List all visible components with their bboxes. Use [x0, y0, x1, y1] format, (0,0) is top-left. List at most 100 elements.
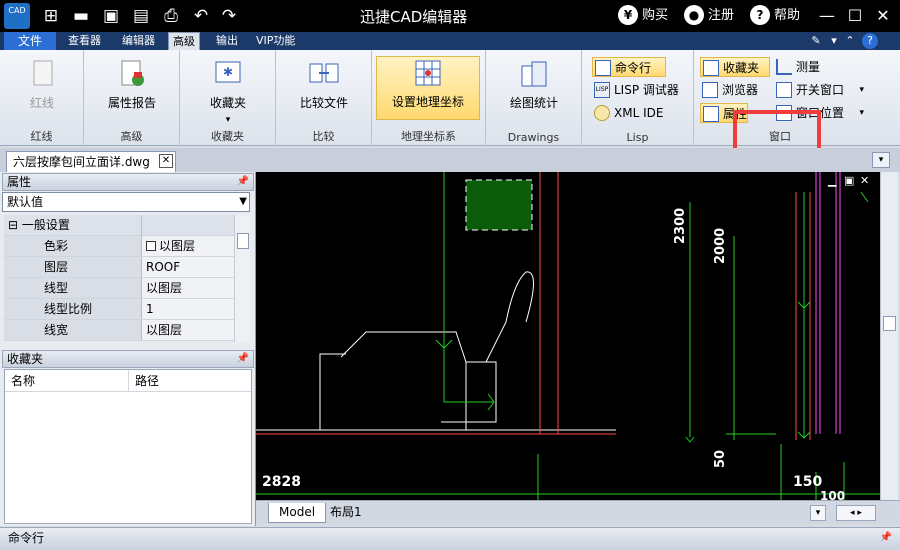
tab-output[interactable]: 输出 [212, 32, 242, 50]
close-icon[interactable]: ✕ [872, 5, 894, 27]
properties-selector[interactable]: 默认值 ▼ [2, 192, 250, 212]
group-lisp: 命令行 LISP LISP 调试器 XML IDE Lisp [582, 50, 694, 146]
command-line-button[interactable]: 命令行 [592, 57, 666, 77]
prop-row-linetype-scale[interactable]: 线型比例 1 [4, 299, 234, 320]
lisp-debugger-label: LISP 调试器 [614, 83, 679, 97]
prop-row-linetype[interactable]: 线型 以图层 [4, 278, 234, 299]
dim-arrow-3 [685, 436, 695, 443]
pin-icon[interactable]: 📌 [237, 174, 249, 190]
pen-icon[interactable]: ✎ [808, 33, 824, 49]
browser-button[interactable]: 浏览器 [700, 80, 770, 100]
command-line-title: 命令行 [8, 531, 45, 545]
tab-model[interactable]: Model [268, 503, 327, 523]
collapse-icon: ⊟ [8, 218, 19, 232]
favorites-button[interactable]: ✱ 收藏夹 ▾ [194, 58, 262, 125]
help-button[interactable]: ? 帮助 [750, 5, 800, 27]
toggle-windows-button[interactable]: 开关窗口 ▾ [774, 80, 864, 100]
prop-value: 以图层 [142, 278, 234, 298]
dim-50: 50 [713, 450, 728, 468]
canvas-scroll-thumb[interactable] [883, 316, 896, 331]
horizontal-scroll-arrows-icon[interactable]: ◂ ▸ [836, 505, 876, 521]
properties-scrollbar[interactable] [234, 215, 250, 342]
tab-viewer[interactable]: 查看器 [64, 32, 105, 50]
save-as-icon[interactable]: ▤ [130, 5, 152, 27]
open-folder-icon[interactable]: ▬ [70, 5, 92, 27]
favorites-list: 名称 路径 [4, 369, 252, 524]
favorites-icon: ✱ [215, 61, 241, 83]
dropdown-icon[interactable]: ▾ [826, 33, 842, 49]
undo-icon[interactable]: ↶ [190, 5, 212, 27]
property-report-button[interactable]: 属性报告 [98, 58, 166, 122]
yen-icon: ¥ [618, 5, 638, 25]
lisp-debugger-button[interactable]: LISP LISP 调试器 [592, 80, 688, 100]
chair-outline [340, 331, 497, 423]
new-file-icon[interactable]: ⊞ [40, 5, 62, 27]
compare-icon [309, 63, 339, 83]
canvas-vertical-scrollbar[interactable] [880, 172, 898, 502]
menu-file[interactable]: 文件 [4, 32, 56, 50]
maximize-icon[interactable]: ☐ [844, 5, 866, 27]
lisp-icon: LISP [594, 82, 610, 98]
collapse-ribbon-icon[interactable]: ⌃ [842, 33, 858, 49]
tab-layout1[interactable]: 布局1 [320, 503, 372, 523]
close-tab-icon[interactable]: ✕ [159, 154, 173, 168]
pin-icon[interactable]: 📌 [237, 351, 249, 367]
save-icon[interactable]: ▣ [100, 5, 122, 27]
favorites-panel-header: 收藏夹 📌 [2, 350, 254, 368]
group-label-redline: 红线 [30, 130, 53, 143]
favorites-window-label: 收藏夹 [723, 61, 760, 75]
prop-row-lineweight[interactable]: 线宽 以图层 [4, 320, 234, 341]
toggle-windows-label: 开关窗口 [796, 83, 845, 97]
group-label-compare: 比较 [312, 130, 335, 143]
set-geo-coordinates-button[interactable]: 设置地理坐标 [376, 56, 480, 120]
minimize-icon[interactable]: — [816, 5, 838, 27]
command-line-bar[interactable]: 命令行 📌 [0, 527, 900, 550]
buy-button[interactable]: ¥ 购买 [618, 5, 668, 27]
help-label: 帮助 [774, 8, 801, 23]
pin-icon[interactable]: 📌 [880, 528, 892, 548]
drawing-stats-label: 绘图统计 [509, 96, 558, 110]
command-line-icon [595, 60, 611, 76]
redline-button[interactable]: 红线 [12, 58, 72, 122]
help-circle-icon[interactable]: ? [862, 33, 878, 49]
section-general-row[interactable]: ⊟ 一般设置 [4, 215, 234, 236]
drawing-stats-button[interactable]: 绘图统计 [500, 58, 568, 122]
svg-text:✱: ✱ [223, 65, 233, 79]
document-tab[interactable]: 六层按摩包间立面详.dwg ✕ [6, 151, 176, 172]
group-geo: 设置地理坐标 地理坐标系 [372, 50, 486, 146]
prop-row-layer[interactable]: 图层 ROOF [4, 257, 234, 278]
property-report-label: 属性报告 [107, 96, 156, 110]
measure-button[interactable]: 测量 [774, 57, 854, 77]
canvas-minimize-icon: ▁ [827, 174, 837, 187]
cad-drawing: 2300 2000 50 2828 150 100 ▁ ▣ ✕ [256, 172, 880, 500]
register-button[interactable]: ● 注册 [684, 5, 734, 27]
layout-dropdown-icon[interactable]: ▾ [810, 505, 826, 521]
properties-scroll-thumb[interactable] [237, 233, 249, 249]
group-label-favorites: 收藏夹 [211, 130, 244, 143]
prop-key: 线宽 [4, 320, 142, 340]
group-label-advanced: 高级 [120, 130, 143, 143]
window-position-dropdown-icon: ▾ [859, 108, 864, 118]
tabs-dropdown-icon[interactable]: ▾ [872, 152, 890, 168]
tab-advanced[interactable]: 高级 [168, 32, 200, 50]
print-icon[interactable]: ⎙ [160, 5, 182, 27]
dim-2000: 2000 [713, 228, 728, 264]
prop-row-color[interactable]: 色彩 以图层 [4, 236, 234, 257]
app-logo[interactable]: CAD [4, 3, 30, 29]
canvas-restore-icon: ▣ [844, 174, 854, 187]
xml-ide-button[interactable]: XML IDE [592, 103, 688, 123]
app-logo-text: CAD [8, 6, 26, 15]
favorites-window-button[interactable]: 收藏夹 [700, 57, 770, 77]
xml-ide-label: XML IDE [614, 106, 664, 120]
column-path[interactable]: 路径 [129, 370, 159, 391]
column-name[interactable]: 名称 [5, 370, 129, 391]
tab-vip[interactable]: VIP功能 [252, 32, 299, 50]
redline-button-label: 红线 [29, 96, 54, 110]
tab-editor[interactable]: 编辑器 [118, 32, 159, 50]
redo-icon[interactable]: ↷ [218, 5, 240, 27]
sofa-outline [319, 353, 346, 430]
compare-files-button[interactable]: 比较文件 [290, 58, 358, 122]
armchair-back [485, 271, 534, 363]
drawing-canvas[interactable]: 2300 2000 50 2828 150 100 ▁ ▣ ✕ [256, 172, 880, 500]
prop-value: 1 [142, 299, 234, 319]
